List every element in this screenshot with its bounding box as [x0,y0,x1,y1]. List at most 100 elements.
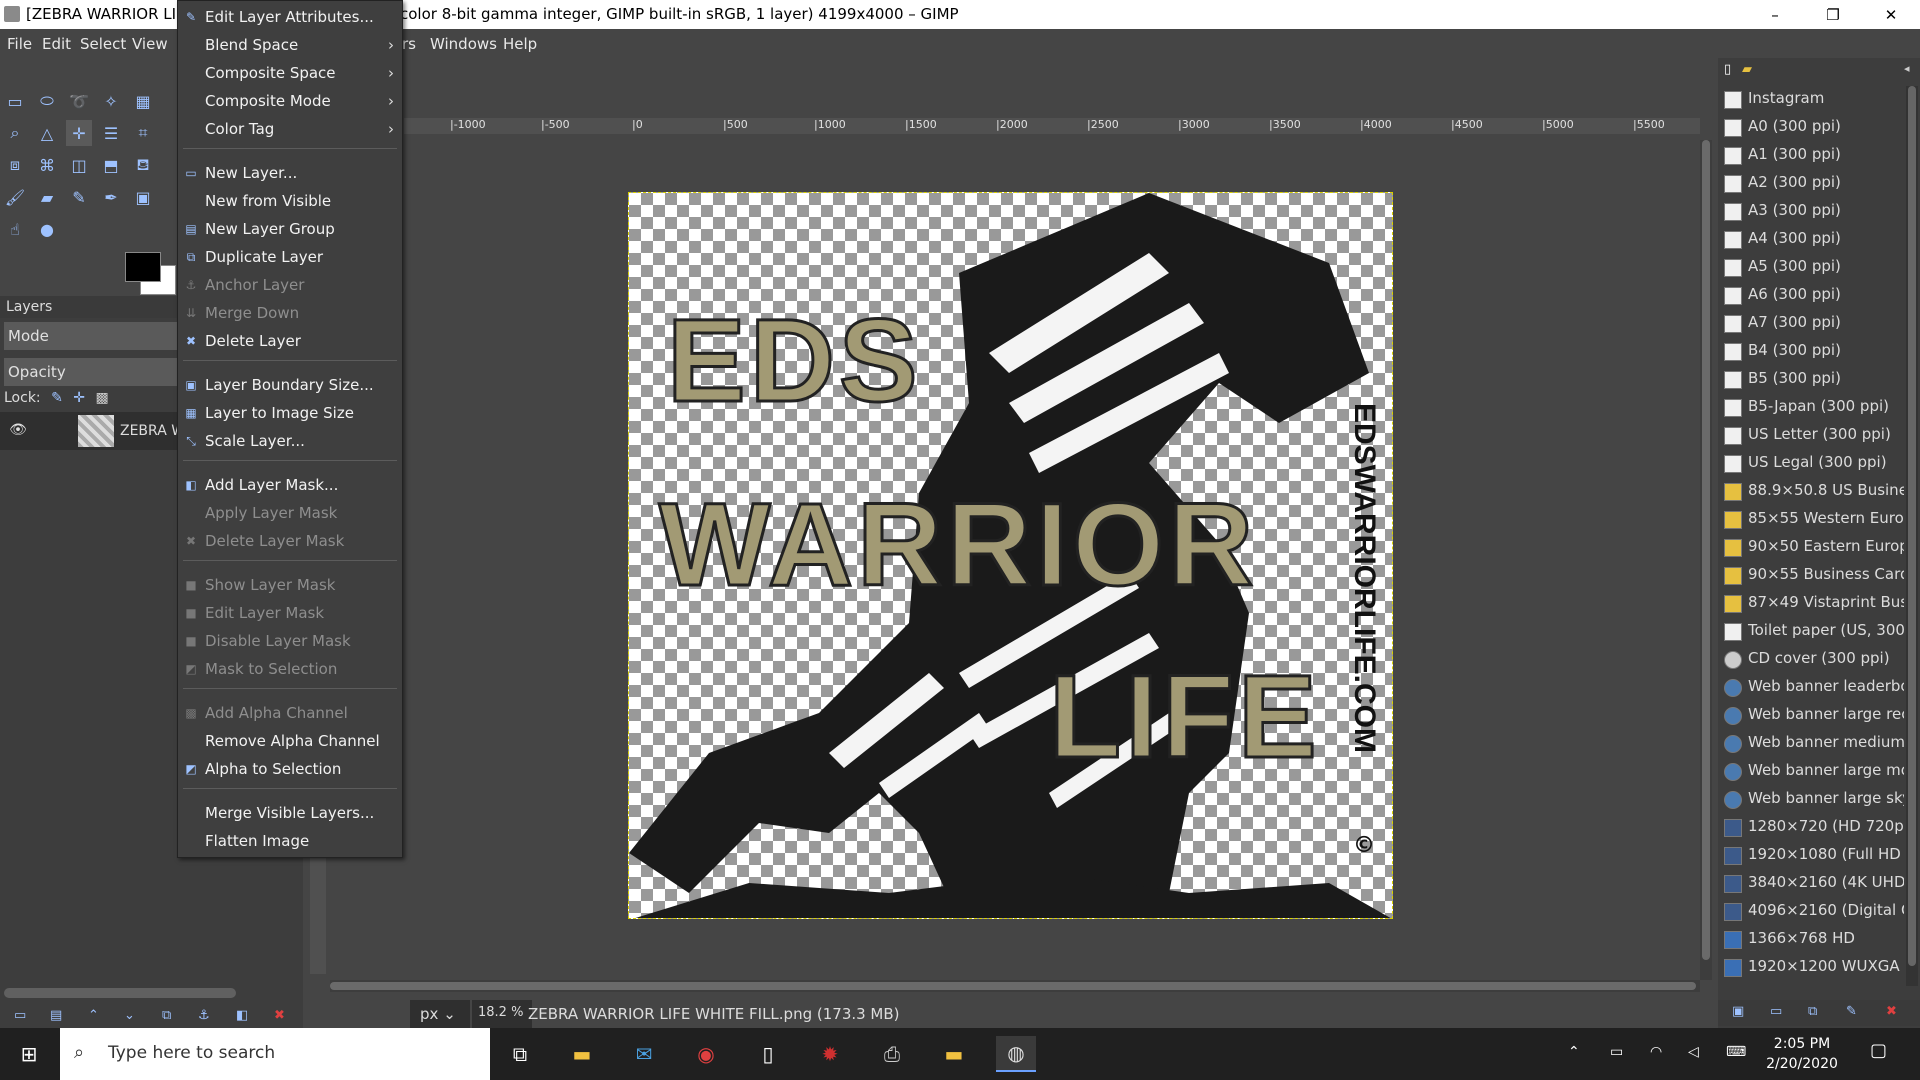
lock-alpha-icon[interactable]: ▩ [95,390,108,406]
canvas-horizontal-scrollbar[interactable] [330,980,1700,992]
menu-item-duplicate-layer[interactable]: ⧉ Duplicate Layer [178,245,402,271]
measure-icon[interactable]: △ [34,120,60,146]
eraser-icon[interactable]: ▰ [34,184,60,210]
template-item[interactable]: 85×55 Western Europ [1722,506,1904,534]
align-icon[interactable]: ☰ [98,120,124,146]
zoom-icon[interactable]: ⌕ [2,120,28,146]
gimp-taskbar-icon[interactable]: ◍ [996,1036,1036,1072]
menu-item-remove-alpha-channel[interactable]: Remove Alpha Channel [178,729,402,755]
template-item[interactable]: 3840×2160 (4K UHD) [1722,870,1904,898]
menu-item-composite-space[interactable]: Composite Space › [178,61,402,87]
menu-item-scale-layer[interactable]: ⤡ Scale Layer... [178,429,402,455]
image-canvas[interactable]: EDS WARRIOR LIFE EDSWARRIORLIFE.COM © [628,192,1393,919]
template-item[interactable]: Web banner large rect [1722,702,1904,730]
task-view-icon[interactable]: ⧉ [500,1036,540,1072]
template-item[interactable]: Web banner large mol [1722,758,1904,786]
red-app-icon[interactable]: ✹ [810,1036,850,1072]
template-item[interactable]: A2 (300 ppi) [1722,170,1904,198]
menu-item-layer-to-image-size[interactable]: ▦ Layer to Image Size [178,401,402,427]
airbrush-icon[interactable]: ✎ [66,184,92,210]
ellipse-select-icon[interactable]: ⬭ [34,88,60,114]
templates-scroll-thumb[interactable] [1908,86,1916,966]
vertical-scroll-thumb[interactable] [1702,140,1710,960]
battery-icon[interactable]: ▭ [1610,1044,1623,1060]
template-item[interactable]: US Letter (300 ppi) [1722,422,1904,450]
lock-pixels-icon[interactable]: ✎ [51,390,63,406]
menu-help[interactable]: Help [503,35,537,53]
templates-scrollbar[interactable] [1906,86,1918,986]
foreground-color-swatch[interactable] [125,252,161,282]
visibility-eye-icon[interactable]: 👁 [6,422,30,440]
menu-item-edit-layer-attributes[interactable]: ✎ Edit Layer Attributes... [178,5,402,31]
dock-menu-icon[interactable]: ◂ [1904,62,1910,75]
tray-overflow-icon[interactable]: ⌃ [1568,1044,1580,1060]
template-item[interactable]: B5-Japan (300 ppi) [1722,394,1904,422]
anchor-layer-icon[interactable]: ⚓ [198,1008,210,1023]
menu-item-merge-visible-layers[interactable]: Merge Visible Layers... [178,801,402,827]
layers-tab[interactable]: Layers [0,296,177,318]
template-item[interactable]: Toilet paper (US, 300 [1722,618,1904,646]
template-item[interactable]: 90×55 Business Card [1722,562,1904,590]
template-item[interactable]: A1 (300 ppi) [1722,142,1904,170]
template-item[interactable]: A5 (300 ppi) [1722,254,1904,282]
menu-select[interactable]: Select [80,35,126,53]
wifi-icon[interactable]: ◠ [1650,1044,1662,1060]
zoom-select[interactable]: 18.2 % [472,1000,532,1028]
lock-position-icon[interactable]: ✛ [73,390,85,406]
notifications-icon[interactable]: ▢ [1870,1040,1887,1061]
template-item[interactable]: 90×50 Eastern Europ [1722,534,1904,562]
dock-templates-icon[interactable]: ▰ [1742,62,1752,77]
template-item[interactable]: US Legal (300 ppi) [1722,450,1904,478]
template-item[interactable]: 4096×2160 (Digital C [1722,898,1904,926]
edit-template-icon[interactable]: ✎ [1846,1004,1857,1019]
fuzzy-select-icon[interactable]: ✧ [98,88,124,114]
printer-app-icon[interactable]: ⎙ [872,1036,912,1072]
menu-item-add-layer-mask[interactable]: ◧ Add Layer Mask... [178,473,402,499]
menu-item-layer-boundary-size[interactable]: ▣ Layer Boundary Size... [178,373,402,399]
create-image-icon[interactable]: ▣ [1732,1004,1744,1019]
ink-icon[interactable]: ✒ [98,184,124,210]
template-item[interactable]: A0 (300 ppi) [1722,114,1904,142]
template-item[interactable]: 87×49 Vistaprint Busi [1722,590,1904,618]
template-item[interactable]: A6 (300 ppi) [1722,282,1904,310]
taskbar-clock[interactable]: 2:05 PM 2/20/2020 [1757,1034,1847,1074]
canvas-vertical-scrollbar[interactable] [1700,140,1712,980]
menu-item-flatten-image[interactable]: Flatten Image [178,829,402,855]
keyboard-icon[interactable]: ⌨ [1726,1044,1746,1060]
menu-view[interactable]: View [132,35,168,53]
menu-item-blend-space[interactable]: Blend Space › [178,33,402,59]
dock-page-icon[interactable]: ▯ [1724,62,1731,77]
template-item[interactable]: 1920×1080 (Full HD 1 [1722,842,1904,870]
new-template-icon[interactable]: ▭ [1770,1004,1782,1019]
template-item[interactable]: B4 (300 ppi) [1722,338,1904,366]
template-item[interactable]: 1280×720 (HD 720p) [1722,814,1904,842]
menu-layers[interactable]: rs [402,35,416,53]
notepad-icon[interactable]: ▯ [748,1036,788,1072]
windows-start-icon[interactable]: ⊞ [0,1028,58,1080]
menu-edit[interactable]: Edit [42,35,71,53]
template-item[interactable]: Web banner leaderbo [1722,674,1904,702]
chrome-icon[interactable]: ◉ [686,1036,726,1072]
lasso-icon[interactable]: ➰ [66,88,92,114]
taskbar-search-box[interactable]: ⌕ Type here to search [60,1028,490,1080]
delete-layer-icon[interactable]: ✖ [274,1008,285,1023]
folder-icon[interactable]: ▬ [934,1036,974,1072]
paintbrush-icon[interactable]: 🖌 [2,184,28,210]
template-item[interactable]: 1366×768 HD [1722,926,1904,954]
menu-item-new-from-visible[interactable]: New from Visible [178,189,402,215]
menu-item-composite-mode[interactable]: Composite Mode › [178,89,402,115]
lower-layer-icon[interactable]: ⌄ [124,1008,135,1023]
template-item[interactable]: Web banner medium [1722,730,1904,758]
mode-select[interactable]: Mode [4,322,177,350]
horizontal-scroll-thumb[interactable] [330,982,1696,990]
close-button[interactable]: ✕ [1862,0,1920,29]
move-icon[interactable]: ✛ [66,120,92,146]
menu-item-new-layer[interactable]: ▭ New Layer... [178,161,402,187]
bucket-fill-icon[interactable]: ⛾ [130,152,156,178]
menu-item-delete-layer[interactable]: ✖ Delete Layer [178,329,402,355]
menu-windows[interactable]: Windows [430,35,497,53]
template-item[interactable]: A7 (300 ppi) [1722,310,1904,338]
template-item[interactable]: Instagram [1722,86,1904,114]
smudge-icon[interactable]: ☝ [2,216,28,242]
layer-mask-icon[interactable]: ◧ [236,1008,248,1023]
